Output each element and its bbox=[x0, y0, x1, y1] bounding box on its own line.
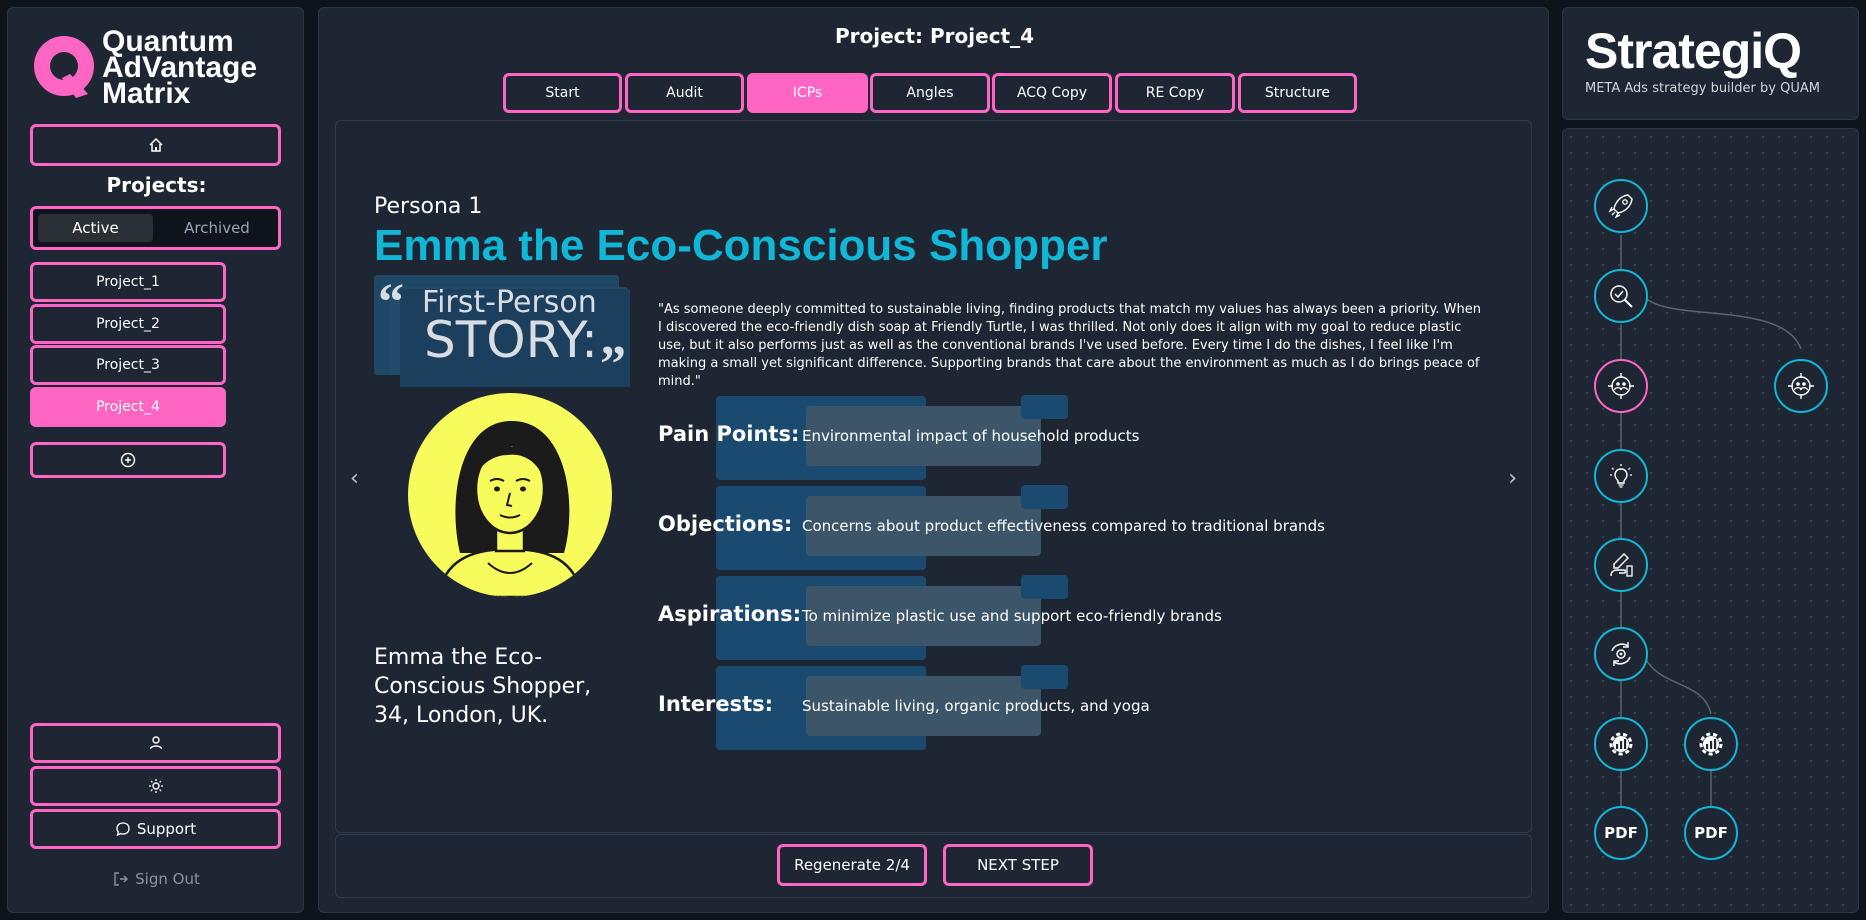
sign-out-label: Sign Out bbox=[135, 870, 200, 888]
target-people-icon bbox=[1788, 373, 1814, 399]
user-icon bbox=[149, 736, 162, 750]
flow-node-audit[interactable] bbox=[1594, 269, 1648, 323]
persona-card: ‹ › Persona 1 Emma the Eco-Conscious Sho… bbox=[335, 120, 1532, 833]
brand-line-3: Matrix bbox=[102, 77, 191, 110]
project-item-3[interactable]: Project_3 bbox=[30, 345, 226, 385]
gear-chart-icon bbox=[1699, 732, 1723, 756]
flow-node-icps[interactable] bbox=[1594, 359, 1648, 413]
flow-node-start[interactable] bbox=[1594, 179, 1648, 233]
attribute-label: Objections: bbox=[658, 512, 793, 536]
gear-chart-icon bbox=[1609, 732, 1633, 756]
flow-node-pdf-alt[interactable]: PDF bbox=[1684, 806, 1738, 860]
sign-out-icon bbox=[114, 872, 129, 886]
attribute-label: Aspirations: bbox=[658, 602, 802, 626]
page-title: Project: Project_4 bbox=[834, 24, 1035, 48]
persona-number: Persona 1 bbox=[374, 194, 483, 219]
persona-quote: "As someone deeply committed to sustaina… bbox=[658, 302, 1481, 389]
cycle-gear-icon bbox=[1611, 642, 1631, 666]
avatar bbox=[408, 393, 612, 597]
left-sidebar: Quantum AdVantage Matrix Projects: Activ… bbox=[7, 7, 304, 913]
flow-node-acq-copy[interactable] bbox=[1594, 538, 1648, 592]
project-item-2[interactable]: Project_2 bbox=[30, 304, 226, 344]
project-item-4[interactable]: Project_4 bbox=[30, 387, 226, 427]
tab-audit[interactable]: Audit bbox=[625, 73, 744, 113]
theme-toggle-button[interactable] bbox=[30, 766, 281, 806]
toggle-active[interactable]: Active bbox=[38, 214, 153, 242]
flow-panel: PDF PDF bbox=[1562, 128, 1859, 913]
carousel-next-button[interactable]: › bbox=[1508, 466, 1517, 491]
tab-acq-copy[interactable]: ACQ Copy bbox=[992, 73, 1112, 113]
flow-connectors bbox=[1620, 235, 1802, 806]
toggle-archived[interactable]: Archived bbox=[158, 214, 276, 242]
support-button[interactable]: Support bbox=[30, 809, 281, 849]
tab-angles[interactable]: Angles bbox=[870, 73, 990, 113]
brand-logo: Quantum AdVantage Matrix bbox=[30, 27, 300, 110]
open-quote-mark: “ bbox=[378, 274, 404, 331]
caption-line-1: Emma the Eco- bbox=[374, 645, 543, 670]
pdf-icon: PDF bbox=[1694, 824, 1728, 842]
persona-caption: Emma the Eco- Conscious Shopper, 34, Lon… bbox=[374, 643, 591, 730]
plus-circle-icon bbox=[120, 452, 136, 468]
action-bar: Regenerate 2/4 NEXT STEP bbox=[335, 834, 1532, 898]
persona-name: Emma the Eco-Conscious Shopper bbox=[374, 221, 1108, 270]
home-button[interactable] bbox=[30, 124, 281, 166]
projects-heading: Projects: bbox=[106, 173, 207, 197]
regenerate-button[interactable]: Regenerate 2/4 bbox=[777, 844, 927, 886]
attribute-value: Environmental impact of household produc… bbox=[802, 427, 1140, 445]
carousel-prev-button[interactable]: ‹ bbox=[350, 466, 359, 491]
flow-node-re-copy[interactable] bbox=[1594, 627, 1648, 681]
tab-icps[interactable]: ICPs bbox=[747, 73, 868, 113]
attribute-value: Concerns about product effectiveness com… bbox=[802, 517, 1325, 535]
home-icon bbox=[148, 137, 163, 152]
brand-name: Quantum AdVantage Matrix bbox=[102, 27, 257, 110]
flow-node-structure[interactable] bbox=[1594, 717, 1648, 771]
support-label: Support bbox=[136, 820, 197, 838]
story-badge: “ First-Person STORY: ” bbox=[374, 274, 644, 397]
woman-illustration bbox=[436, 420, 584, 597]
attribute-label: Interests: bbox=[658, 692, 774, 716]
tab-re-copy[interactable]: RE Copy bbox=[1115, 73, 1235, 113]
tab-structure[interactable]: Structure bbox=[1238, 73, 1357, 113]
strategiq-tagline: META Ads strategy builder by QUAM bbox=[1585, 81, 1820, 96]
caption-line-2: Conscious Shopper, bbox=[374, 674, 592, 699]
project-status-toggle: Active Archived bbox=[30, 206, 281, 250]
flow-node-pdf[interactable]: PDF bbox=[1594, 806, 1648, 860]
pdf-icon: PDF bbox=[1604, 824, 1638, 842]
brand-q-badge bbox=[34, 36, 94, 98]
flow-node-icps-alt[interactable] bbox=[1774, 359, 1828, 413]
strategiq-logo: StrategiQ bbox=[1585, 23, 1802, 79]
add-project-button[interactable] bbox=[30, 442, 226, 478]
strategiq-header: StrategiQ META Ads strategy builder by Q… bbox=[1562, 7, 1859, 120]
search-check-icon bbox=[1610, 285, 1633, 308]
chat-icon bbox=[116, 822, 130, 837]
attribute-value: Sustainable living, organic products, an… bbox=[802, 697, 1150, 715]
hand-write-icon bbox=[1610, 553, 1633, 577]
flow-node-structure-alt[interactable] bbox=[1684, 717, 1738, 771]
attribute-label: Pain Points: bbox=[658, 422, 800, 446]
rocket-icon bbox=[1608, 194, 1633, 219]
flow-node-angles[interactable] bbox=[1594, 449, 1648, 503]
profile-button[interactable] bbox=[30, 723, 281, 763]
next-step-button[interactable]: NEXT STEP bbox=[943, 844, 1093, 886]
main-panel: Project: Project_4 Start Audit ICPs Angl… bbox=[318, 7, 1549, 913]
attribute-value: To minimize plastic use and support eco-… bbox=[802, 607, 1222, 625]
caption-line-3: 34, London, UK. bbox=[374, 703, 549, 728]
story-badge-line-2: STORY: bbox=[424, 311, 598, 369]
project-item-1[interactable]: Project_1 bbox=[30, 262, 226, 302]
target-people-icon bbox=[1608, 373, 1634, 399]
close-quote-mark: ” bbox=[600, 336, 626, 393]
sun-icon bbox=[148, 779, 163, 793]
tab-start[interactable]: Start bbox=[503, 73, 622, 113]
sign-out-link[interactable]: Sign Out bbox=[8, 870, 305, 888]
lightbulb-icon bbox=[1610, 464, 1632, 488]
